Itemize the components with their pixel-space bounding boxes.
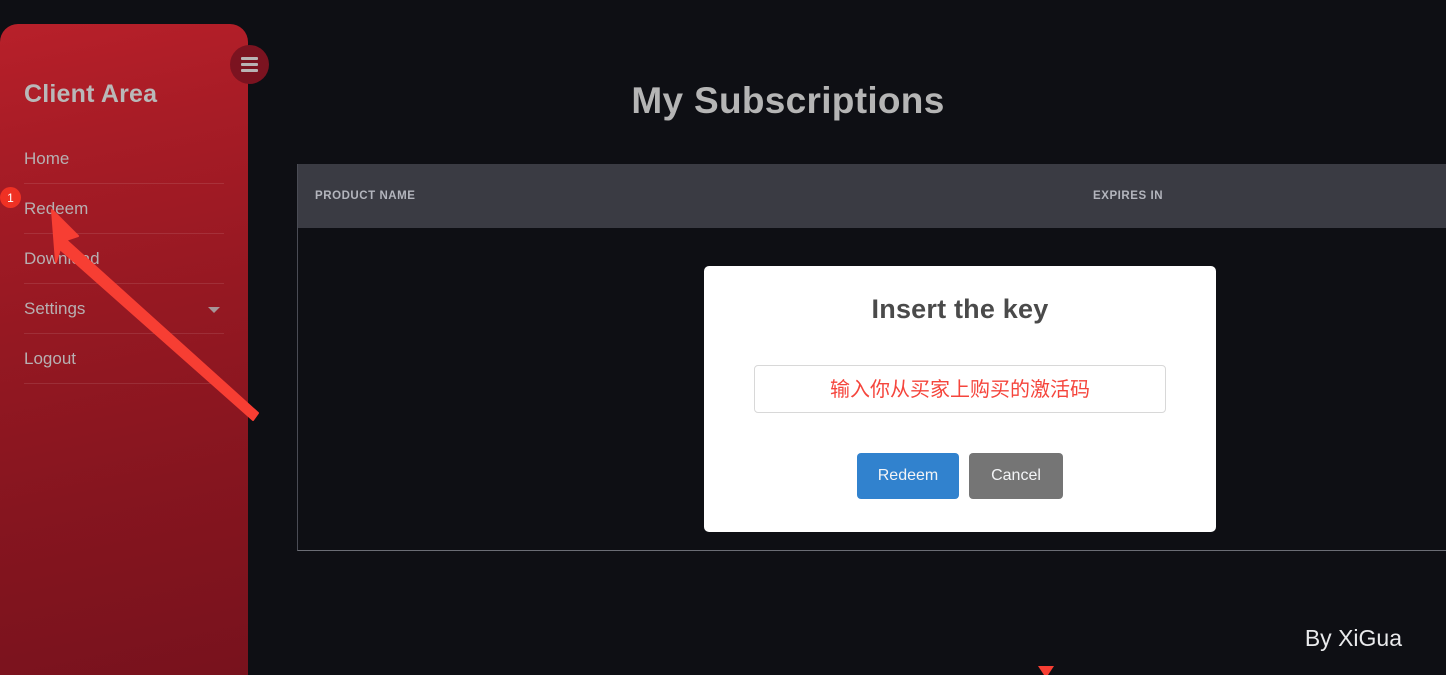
column-header-product-name: PRODUCT NAME <box>315 190 416 202</box>
modal-actions: Redeem Cancel <box>704 453 1216 499</box>
sidebar-item-label: Redeem <box>24 198 89 218</box>
sidebar-item-label: Logout <box>24 348 76 368</box>
key-input[interactable] <box>754 365 1166 413</box>
modal-title: Insert the key <box>871 294 1049 324</box>
sidebar-nav: Home Redeem Download Settings Logout <box>24 134 224 384</box>
page-title-text: My Subscriptions <box>631 80 945 121</box>
sidebar-item-logout[interactable]: Logout <box>24 334 224 384</box>
sidebar: Client Area Home Redeem Download Setting… <box>0 24 248 675</box>
sidebar-item-settings[interactable]: Settings <box>24 284 224 334</box>
sidebar-title: Client Area <box>24 80 158 108</box>
sidebar-item-download[interactable]: Download <box>24 234 224 284</box>
cancel-button[interactable]: Cancel <box>969 453 1063 499</box>
app-root: Client Area Home Redeem Download Setting… <box>0 0 1446 675</box>
hamburger-bar <box>241 69 258 72</box>
column-header-expires-in: EXPIRES IN <box>1093 190 1164 202</box>
sidebar-item-redeem[interactable]: Redeem <box>24 184 224 234</box>
hamburger-icon[interactable] <box>230 45 269 84</box>
redeem-key-modal: Insert the key Redeem Cancel <box>704 266 1216 532</box>
hamburger-bar <box>241 57 258 60</box>
table-header-row: PRODUCT NAME EXPIRES IN <box>298 164 1446 228</box>
hamburger-bar <box>241 63 258 66</box>
footer-credit: By XiGua <box>1304 625 1402 651</box>
sidebar-item-label: Settings <box>24 298 86 318</box>
cursor-marker <box>1038 666 1054 675</box>
step-badge-1: 1 <box>0 187 21 208</box>
sidebar-item-label: Home <box>24 148 70 168</box>
sidebar-item-home[interactable]: Home <box>24 134 224 184</box>
redeem-button[interactable]: Redeem <box>857 453 959 499</box>
sidebar-item-label: Download <box>24 248 100 268</box>
chevron-down-icon[interactable] <box>208 306 220 313</box>
